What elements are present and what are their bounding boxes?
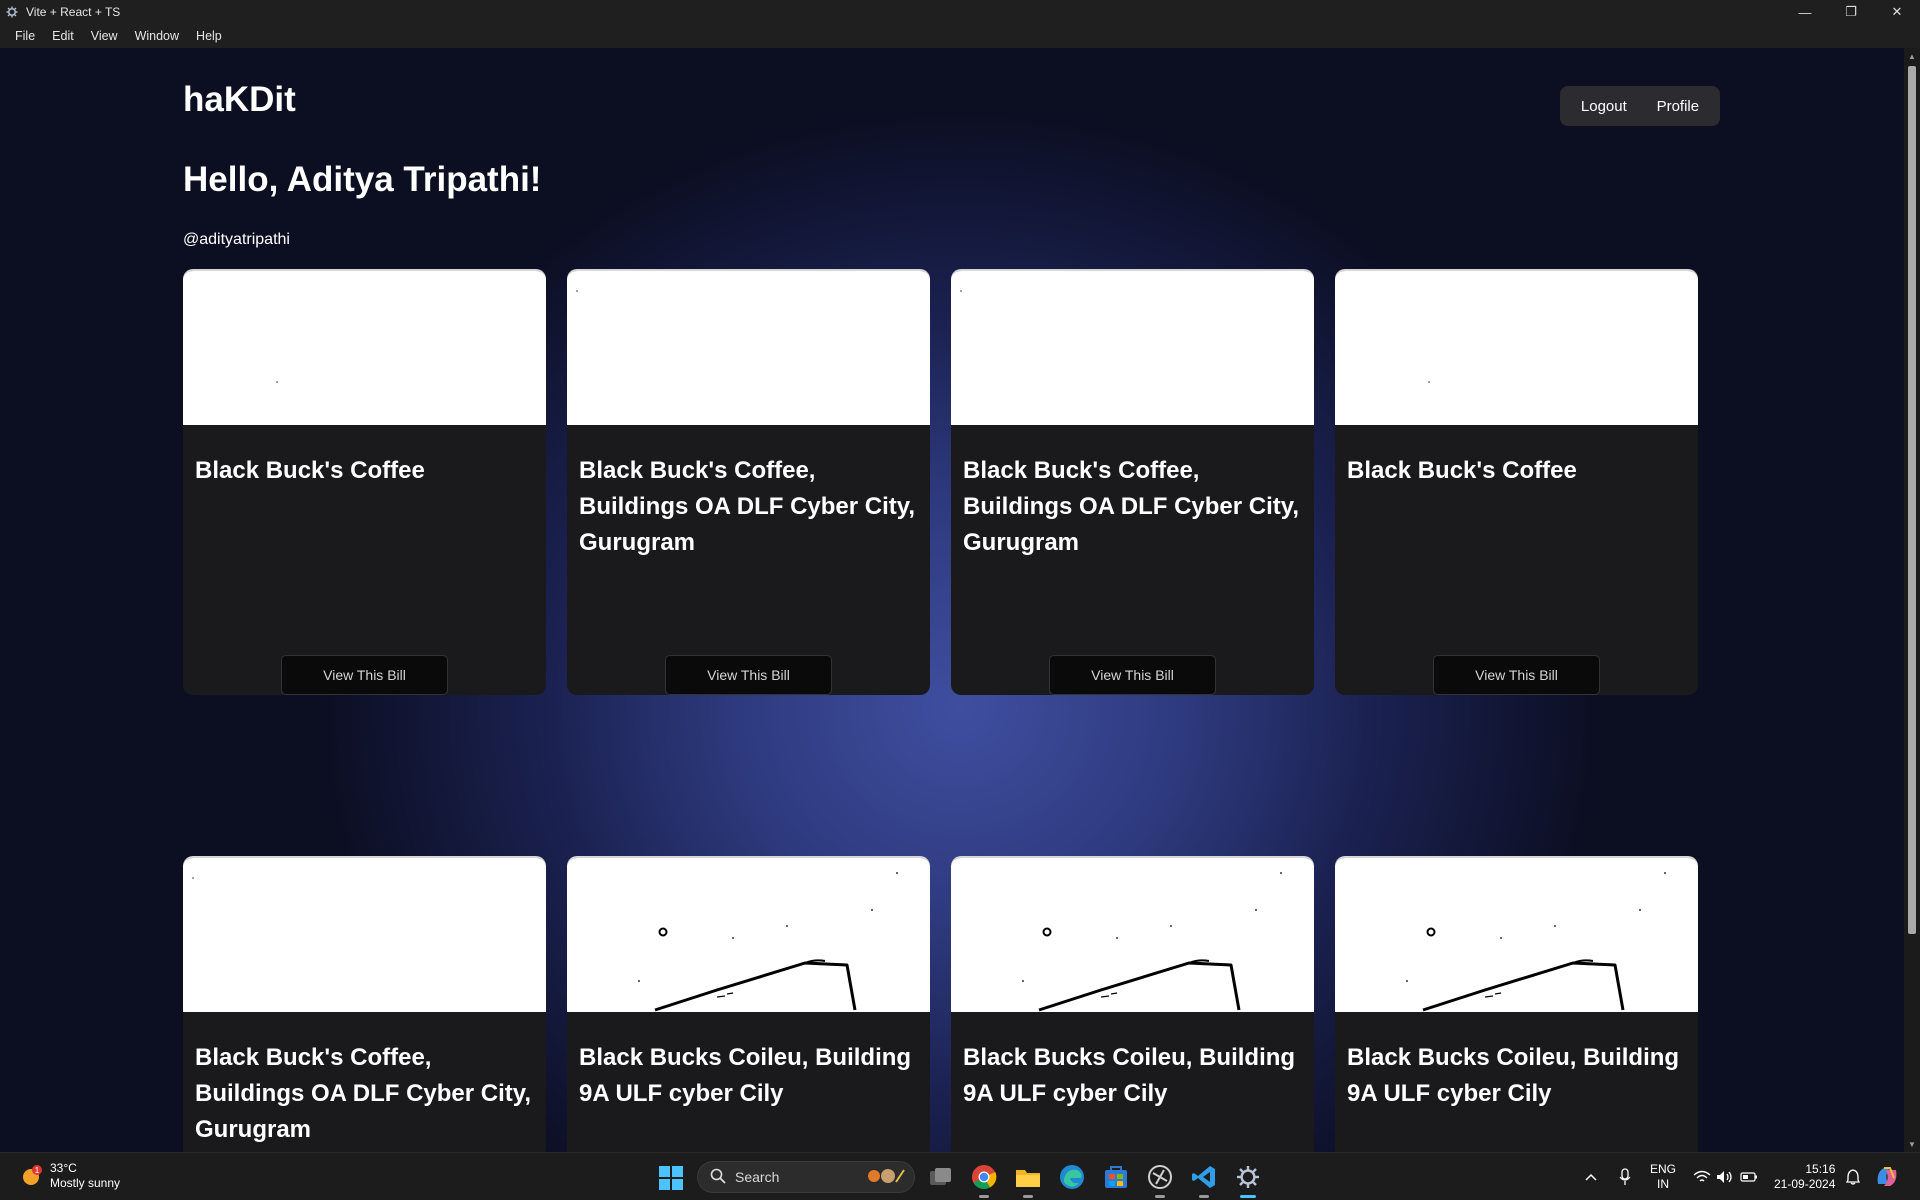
bill-title: Black Buck's Coffee, Buildings OA DLF Cy…: [963, 457, 1300, 556]
bill-card: Black Buck's Coffee, Buildings OA DLF Cy…: [183, 856, 546, 1152]
edge-icon[interactable]: [1058, 1163, 1086, 1191]
nav-button-group: Logout Profile: [1560, 86, 1720, 126]
microphone-icon[interactable]: [1618, 1153, 1632, 1200]
language-indicator[interactable]: ENG IN: [1650, 1153, 1676, 1200]
bill-title: Black Bucks Coileu, Building 9A ULF cybe…: [1347, 1044, 1680, 1107]
bill-card: Black Bucks Coileu, Building 9A ULF cybe…: [1335, 856, 1698, 1152]
menu-edit[interactable]: Edit: [43, 29, 82, 43]
bill-thumbnail: [1335, 858, 1698, 1012]
greeting-heading: Hello, Aditya Tripathi!: [183, 160, 542, 199]
bill-thumbnail: [183, 271, 546, 425]
taskbar: 1 33°C Mostly sunny Search ENG IN 15:16 …: [0, 1152, 1920, 1200]
copilot-icon[interactable]: [1874, 1153, 1900, 1200]
scroll-down-icon[interactable]: ▼: [1904, 1136, 1920, 1152]
bill-title: Black Bucks Coileu, Building 9A ULF cybe…: [579, 1044, 912, 1107]
task-view-icon[interactable]: [927, 1163, 955, 1191]
scrollbar-thumb[interactable]: [1908, 66, 1916, 934]
bill-card: Black Bucks Coileu, Building 9A ULF cybe…: [567, 856, 930, 1152]
bill-title: Black Buck's Coffee, Buildings OA DLF Cy…: [579, 457, 916, 556]
search-icon: [710, 1168, 726, 1187]
menu-help[interactable]: Help: [187, 29, 230, 43]
notification-bell-icon[interactable]: [1846, 1153, 1860, 1200]
app-viewport: haKDit Logout Profile Hello, Aditya Trip…: [0, 48, 1920, 1152]
profile-button[interactable]: Profile: [1651, 94, 1706, 119]
window-title-bar: Vite + React + TS — ❐ ✕: [0, 0, 1920, 24]
window-controls: — ❐ ✕: [1782, 0, 1920, 24]
start-button[interactable]: [658, 1165, 684, 1191]
volume-icon[interactable]: [1716, 1153, 1734, 1200]
user-handle: @adityatripathi: [183, 231, 290, 248]
view-bill-button[interactable]: View This Bill: [1049, 655, 1216, 695]
weather-condition: Mostly sunny: [50, 1176, 121, 1190]
weather-widget[interactable]: 1 33°C Mostly sunny: [20, 1161, 120, 1191]
battery-icon[interactable]: [1740, 1153, 1758, 1200]
minimize-button[interactable]: —: [1782, 0, 1828, 24]
bill-thumbnail: [183, 858, 546, 1012]
window-title: Vite + React + TS: [26, 5, 121, 19]
logout-button[interactable]: Logout: [1575, 94, 1633, 119]
bill-thumbnail: [1335, 271, 1698, 425]
bill-card: Black Buck's Coffee, Buildings OA DLF Cy…: [951, 269, 1314, 695]
menu-file[interactable]: File: [6, 29, 43, 43]
clock-date: 21-09-2024: [1774, 1177, 1836, 1191]
wifi-icon[interactable]: [1693, 1153, 1711, 1200]
app-logo-icon[interactable]: [1146, 1163, 1174, 1198]
menu-bar: File Edit View Window Help: [0, 24, 1920, 48]
file-explorer-icon[interactable]: [1014, 1163, 1042, 1198]
restore-button[interactable]: ❐: [1828, 0, 1874, 24]
weather-badge: 1: [35, 1166, 40, 1175]
bill-card: Black Buck's Coffee View This Bill: [183, 269, 546, 695]
vertical-scrollbar[interactable]: ▲ ▼: [1904, 48, 1920, 1152]
bill-thumbnail: [951, 271, 1314, 425]
bill-card: Black Buck's Coffee View This Bill: [1335, 269, 1698, 695]
search-placeholder: Search: [735, 1169, 780, 1185]
tray-overflow-icon[interactable]: [1584, 1153, 1598, 1200]
clock[interactable]: 15:16 21-09-2024: [1774, 1153, 1835, 1200]
bill-card: Black Buck's Coffee, Buildings OA DLF Cy…: [567, 269, 930, 695]
bill-title: Black Buck's Coffee: [1347, 457, 1577, 484]
bill-thumbnail: [951, 858, 1314, 1012]
search-highlight-icon: [866, 1166, 906, 1189]
language-line1: ENG: [1650, 1162, 1677, 1176]
sun-icon: 1: [20, 1164, 44, 1188]
bill-title: Black Buck's Coffee: [195, 457, 425, 484]
bill-thumbnail: [567, 271, 930, 425]
clock-time: 15:16: [1805, 1162, 1836, 1176]
electron-app-icon[interactable]: [1234, 1163, 1262, 1198]
view-bill-button[interactable]: View This Bill: [281, 655, 448, 695]
view-bill-button[interactable]: View This Bill: [665, 655, 832, 695]
menu-window[interactable]: Window: [126, 29, 187, 43]
app-gear-icon: [5, 5, 19, 19]
taskbar-search[interactable]: Search: [697, 1161, 915, 1193]
language-line2: IN: [1657, 1177, 1669, 1191]
menu-view[interactable]: View: [82, 29, 126, 43]
vscode-icon[interactable]: [1190, 1163, 1218, 1198]
brand-logo[interactable]: haKDit: [183, 80, 296, 120]
bill-thumbnail: [567, 858, 930, 1012]
bill-title: Black Bucks Coileu, Building 9A ULF cybe…: [963, 1044, 1296, 1107]
chrome-icon[interactable]: [970, 1163, 998, 1198]
scroll-up-icon[interactable]: ▲: [1904, 48, 1920, 64]
windows-icon: [659, 1166, 683, 1190]
close-button[interactable]: ✕: [1874, 0, 1920, 24]
view-bill-button[interactable]: View This Bill: [1433, 655, 1600, 695]
bill-title: Black Buck's Coffee, Buildings OA DLF Cy…: [195, 1044, 532, 1143]
microsoft-store-icon[interactable]: [1102, 1163, 1130, 1191]
weather-temp: 33°C: [50, 1161, 77, 1175]
bill-card: Black Bucks Coileu, Building 9A ULF cybe…: [951, 856, 1314, 1152]
